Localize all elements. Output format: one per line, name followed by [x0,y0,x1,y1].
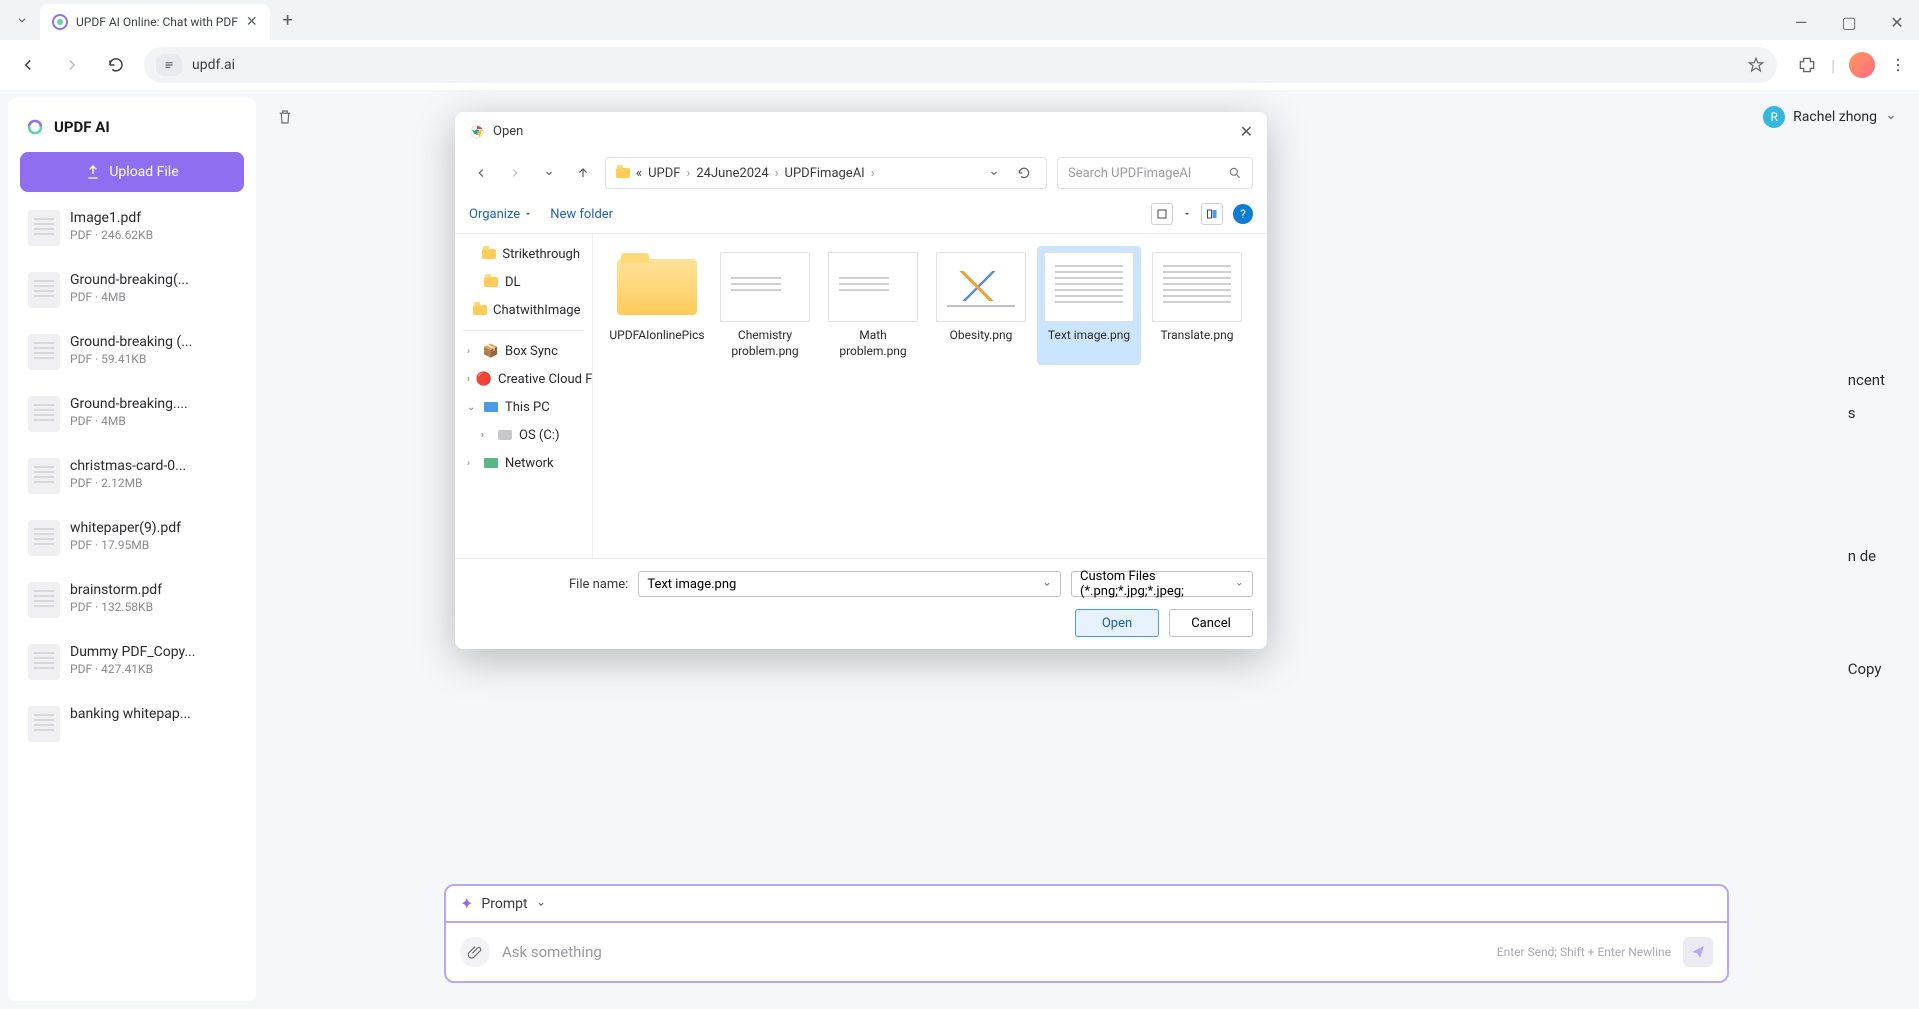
view-mode-button[interactable] [1151,203,1173,225]
breadcrumb-seg[interactable]: UPDF [648,166,680,181]
tree-item-os-c[interactable]: ›OS (C:) [459,421,588,449]
image-thumb-icon [1152,252,1242,322]
grid-item[interactable]: Text image.png [1037,246,1141,365]
image-thumb-icon [936,252,1026,322]
tree-item-chatwithimage[interactable]: ChatwithImage [459,296,588,324]
tree-item-box-sync[interactable]: ›📦Box Sync [459,337,588,365]
grid-label: Text image.png [1048,328,1130,344]
file-name-row: File name: Text image.png Custom Files (… [469,571,1253,597]
chevron-down-icon[interactable] [1042,579,1052,589]
dialog-header: Open ✕ [455,112,1267,151]
grid-item[interactable]: Obesity.png [929,246,1033,365]
dialog-back-button[interactable] [469,161,493,185]
preview-pane-button[interactable] [1201,203,1223,225]
dialog-search-input[interactable]: Search UPDFimageAI [1057,157,1253,189]
dialog-close-button[interactable]: ✕ [1240,122,1253,141]
open-button[interactable]: Open [1075,609,1159,637]
folder-tree: Strikethrough DL ChatwithImage ›📦Box Syn… [455,234,593,558]
dialog-nav: « UPDF › 24June2024 › UPDFimageAI › Sear… [455,151,1267,195]
file-name-input[interactable]: Text image.png [638,571,1061,597]
dialog-toolbar: Organize New folder ? [455,195,1267,234]
chrome-icon [469,124,485,140]
cancel-button[interactable]: Cancel [1169,609,1253,637]
breadcrumb-dropdown[interactable] [982,161,1006,185]
search-placeholder: Search UPDFimageAI [1068,166,1222,181]
grid-label: Chemistry problem.png [719,328,811,359]
grid-label: UPDFAIonlinePics [609,328,704,344]
tree-separator [463,330,584,331]
dialog-button-row: Open Cancel [469,609,1253,637]
file-grid: UPDFAIonlinePics Chemistry problem.png Mat… [593,234,1267,558]
tree-item-strikethrough[interactable]: Strikethrough [459,240,588,268]
breadcrumb-prefix: « [636,166,642,181]
file-open-dialog: Open ✕ « UPDF › 24June2024 › UPDFimageAI… [455,112,1267,649]
chevron-right-icon: › [775,166,779,181]
image-thumb-icon [828,252,918,322]
chevron-down-icon [524,210,532,218]
file-name-label: File name: [569,577,628,592]
chevron-right-icon: › [686,166,690,181]
refresh-button[interactable] [1012,161,1036,185]
dialog-recent-button[interactable] [537,161,561,185]
file-type-select[interactable]: Custom Files (*.png;*.jpg;*.jpeg; [1071,571,1253,597]
image-thumb-icon [720,252,810,322]
help-button[interactable]: ? [1233,204,1253,224]
grid-label: Obesity.png [950,328,1013,344]
search-icon [1228,166,1242,180]
chevron-down-icon [1235,579,1244,589]
tree-item-this-pc[interactable]: ⌄This PC [459,393,588,421]
tree-item-network[interactable]: ›Network [459,449,588,477]
new-folder-button[interactable]: New folder [550,207,613,222]
dialog-body: Strikethrough DL ChatwithImage ›📦Box Syn… [455,234,1267,558]
chevron-right-icon: › [871,166,875,181]
folder-icon [616,168,630,178]
grid-label: Math problem.png [827,328,919,359]
image-thumb-icon [1044,252,1134,322]
dialog-forward-button[interactable] [503,161,527,185]
breadcrumb-seg[interactable]: UPDFimageAI [785,166,865,181]
grid-item[interactable]: Chemistry problem.png [713,246,817,365]
dialog-footer: File name: Text image.png Custom Files (… [455,558,1267,649]
dialog-up-button[interactable] [571,161,595,185]
breadcrumb-bar[interactable]: « UPDF › 24June2024 › UPDFimageAI › [605,157,1047,189]
grid-item[interactable]: Translate.png [1145,246,1249,365]
grid-item[interactable]: Math problem.png [821,246,925,365]
organize-menu[interactable]: Organize [469,207,532,222]
breadcrumb-seg[interactable]: 24June2024 [696,166,768,181]
grid-label: Translate.png [1161,328,1234,344]
tree-item-creative-cloud[interactable]: ›🔴Creative Cloud F [459,365,588,393]
dialog-backdrop: Open ✕ « UPDF › 24June2024 › UPDFimageAI… [0,0,1919,1009]
dialog-title: Open [493,124,523,139]
tree-item-dl[interactable]: DL [459,268,588,296]
grid-item[interactable]: UPDFAIonlinePics [605,246,709,365]
folder-thumb-icon [612,252,702,322]
chevron-down-icon[interactable] [1183,210,1191,218]
